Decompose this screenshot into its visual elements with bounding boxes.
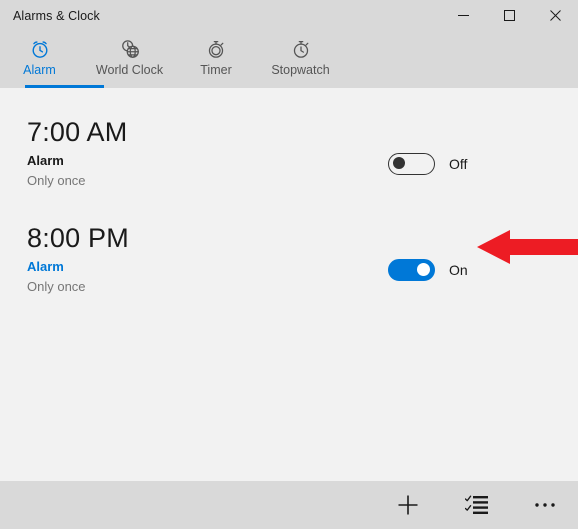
alarm-list-item[interactable]: 7:00 AM Alarm Only once Off [0, 116, 578, 212]
more-options-button[interactable] [521, 481, 569, 529]
app-header: Alarm World Clock Timer Stopwatch [0, 31, 578, 88]
toggle-knob [393, 157, 405, 169]
close-button[interactable] [532, 0, 578, 31]
minimize-icon [457, 15, 469, 16]
alarm-name: Alarm [27, 153, 64, 168]
minimize-button[interactable] [440, 0, 486, 31]
alarm-repeat-text: Only once [27, 173, 86, 188]
alarm-toggle-state-label: Off [449, 156, 468, 172]
tab-alarm[interactable]: Alarm [0, 31, 104, 88]
world-clock-icon [119, 37, 141, 61]
plus-icon [398, 495, 418, 515]
alarm-toggle-switch[interactable] [388, 259, 435, 281]
alarm-details: 8:00 PM Alarm Only once [27, 222, 129, 296]
tab-timer[interactable]: Timer [180, 31, 252, 88]
bottom-command-bar [0, 481, 578, 529]
tab-stopwatch[interactable]: Stopwatch [252, 31, 349, 88]
tab-world-clock-label: World Clock [95, 63, 164, 77]
add-alarm-button[interactable] [384, 481, 432, 529]
close-icon [549, 10, 561, 21]
alarm-repeat-text: Only once [27, 279, 86, 294]
window-controls [440, 0, 578, 31]
tab-timer-label: Timer [200, 63, 232, 77]
alarm-list: 7:00 AM Alarm Only once Off 8:00 PM Alar… [0, 88, 578, 481]
alarm-time: 7:00 AM [27, 117, 128, 147]
tab-world-clock[interactable]: World Clock [79, 31, 180, 88]
alarm-details: 7:00 AM Alarm Only once [27, 116, 127, 190]
stopwatch-icon [290, 37, 312, 61]
alarm-toggle-group: On [388, 259, 468, 281]
tab-bar: Alarm World Clock Timer Stopwatch [0, 31, 349, 88]
alarm-toggle-state-label: On [449, 262, 468, 278]
alarm-toggle-switch[interactable] [388, 153, 435, 175]
ellipsis-icon [535, 503, 555, 507]
select-button[interactable] [453, 481, 501, 529]
title-bar: Alarms & Clock [0, 0, 578, 31]
toggle-knob [417, 263, 430, 276]
maximize-button[interactable] [486, 0, 532, 31]
alarm-list-item[interactable]: 8:00 PM Alarm Only once On [0, 222, 578, 318]
alarm-clock-icon [29, 37, 51, 61]
alarm-time: 8:00 PM [27, 223, 129, 253]
timer-icon [205, 37, 227, 61]
app-title: Alarms & Clock [13, 8, 100, 23]
alarm-name: Alarm [27, 259, 64, 274]
tab-alarm-label: Alarm [23, 63, 56, 77]
checklist-icon [465, 495, 488, 514]
alarm-toggle-group: Off [388, 153, 467, 175]
tab-stopwatch-label: Stopwatch [271, 63, 330, 77]
maximize-icon [503, 10, 515, 21]
